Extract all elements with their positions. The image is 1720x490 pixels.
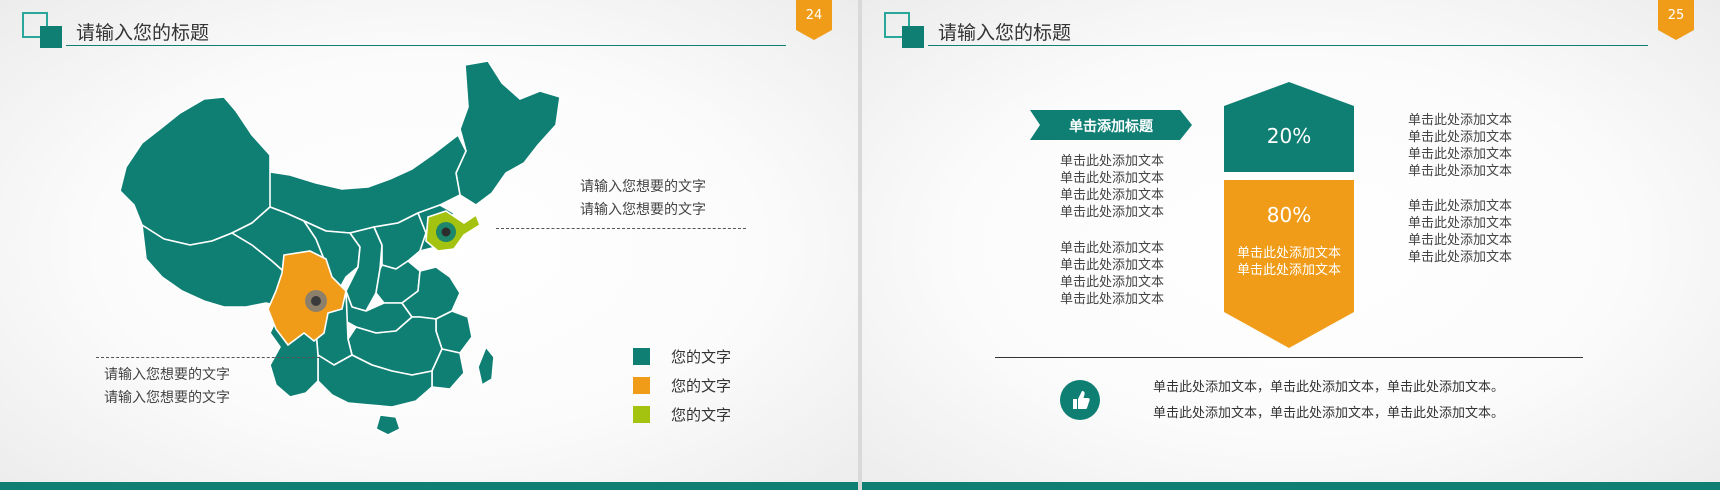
callout-left-line-2[interactable]: 请输入您想要的文字 bbox=[104, 387, 230, 409]
legend-swatch-orange bbox=[633, 377, 650, 394]
legend-label-1[interactable]: 您的文字 bbox=[671, 346, 731, 367]
callout-right-line-1[interactable]: 请输入您想要的文字 bbox=[580, 176, 706, 198]
top-percent-label[interactable]: 20% bbox=[1224, 124, 1354, 148]
callout-left-line-1[interactable]: 请输入您想要的文字 bbox=[104, 364, 230, 386]
right-text-1-3: 单击此处添加文本 bbox=[1407, 147, 1512, 162]
right-text-2-3: 单击此处添加文本 bbox=[1407, 233, 1512, 248]
left-text-2-4: 单击此处添加文本 bbox=[1059, 292, 1164, 307]
left-text-group-2[interactable]: 单击此处添加文本 单击此处添加文本 单击此处添加文本 单击此处添加文本 bbox=[1042, 240, 1182, 308]
left-text-group-1[interactable]: 单击此处添加文本 单击此处添加文本 单击此处添加文本 单击此处添加文本 bbox=[1042, 153, 1182, 221]
legend-label-2[interactable]: 您的文字 bbox=[671, 375, 731, 396]
slide-25: 请输入您的标题 25 单击添加标题 单击此处添加文本 单击此处添加文本 单击此处… bbox=[862, 0, 1720, 490]
legend-label-3[interactable]: 您的文字 bbox=[671, 404, 731, 425]
bottom-bar bbox=[0, 482, 858, 490]
legend-swatch-green bbox=[633, 406, 650, 423]
center-text-2: 单击此处添加文本 bbox=[1236, 263, 1341, 278]
left-text-2-3: 单击此处添加文本 bbox=[1059, 275, 1164, 290]
page-number: 25 bbox=[1667, 8, 1685, 23]
footer-divider bbox=[995, 357, 1583, 358]
page-number: 24 bbox=[805, 8, 823, 23]
title-rule bbox=[928, 45, 1648, 46]
bottom-bar bbox=[862, 482, 1720, 490]
left-text-2-2: 单击此处添加文本 bbox=[1059, 258, 1164, 273]
logo-square-fill bbox=[40, 26, 62, 48]
left-text-1-4: 单击此处添加文本 bbox=[1059, 205, 1164, 220]
footer-line-1[interactable]: 单击此处添加文本，单击此处添加文本，单击此处添加文本。 bbox=[1153, 377, 1504, 399]
legend-swatch-teal bbox=[633, 348, 650, 365]
footer-line-2[interactable]: 单击此处添加文本，单击此处添加文本，单击此处添加文本。 bbox=[1153, 403, 1504, 425]
center-text-1: 单击此处添加文本 bbox=[1236, 246, 1341, 261]
left-text-1-2: 单击此处添加文本 bbox=[1059, 171, 1164, 186]
right-text-1-2: 单击此处添加文本 bbox=[1407, 130, 1512, 145]
logo-square-fill bbox=[902, 26, 924, 48]
right-text-2-2: 单击此处添加文本 bbox=[1407, 216, 1512, 231]
right-text-2-1: 单击此处添加文本 bbox=[1407, 199, 1512, 214]
thumbs-up-icon bbox=[1060, 380, 1100, 420]
slide-title[interactable]: 请输入您的标题 bbox=[76, 18, 209, 45]
left-text-1-1: 单击此处添加文本 bbox=[1059, 154, 1164, 169]
callout-right-line-2[interactable]: 请输入您想要的文字 bbox=[580, 199, 706, 221]
right-text-group-1[interactable]: 单击此处添加文本 单击此处添加文本 单击此处添加文本 单击此处添加文本 bbox=[1390, 112, 1530, 180]
slide-title[interactable]: 请输入您的标题 bbox=[938, 18, 1071, 45]
ribbon-title[interactable]: 单击添加标题 bbox=[1030, 116, 1192, 136]
right-text-1-1: 单击此处添加文本 bbox=[1407, 113, 1512, 128]
callout-line-right bbox=[496, 228, 746, 229]
right-text-1-4: 单击此处添加文本 bbox=[1407, 164, 1512, 179]
left-text-1-3: 单击此处添加文本 bbox=[1059, 188, 1164, 203]
bottom-percent-label[interactable]: 80% bbox=[1224, 203, 1354, 227]
title-rule bbox=[66, 45, 786, 46]
right-text-group-2[interactable]: 单击此处添加文本 单击此处添加文本 单击此处添加文本 单击此处添加文本 bbox=[1390, 198, 1530, 266]
left-text-2-1: 单击此处添加文本 bbox=[1059, 241, 1164, 256]
center-text-group[interactable]: 单击此处添加文本 单击此处添加文本 bbox=[1224, 245, 1354, 279]
callout-line-left bbox=[96, 357, 320, 358]
right-text-2-4: 单击此处添加文本 bbox=[1407, 250, 1512, 265]
slide-24: 请输入您的标题 24 请输入您想要的文字 请输入您想要的文字 请输入您想要的文字… bbox=[0, 0, 858, 490]
